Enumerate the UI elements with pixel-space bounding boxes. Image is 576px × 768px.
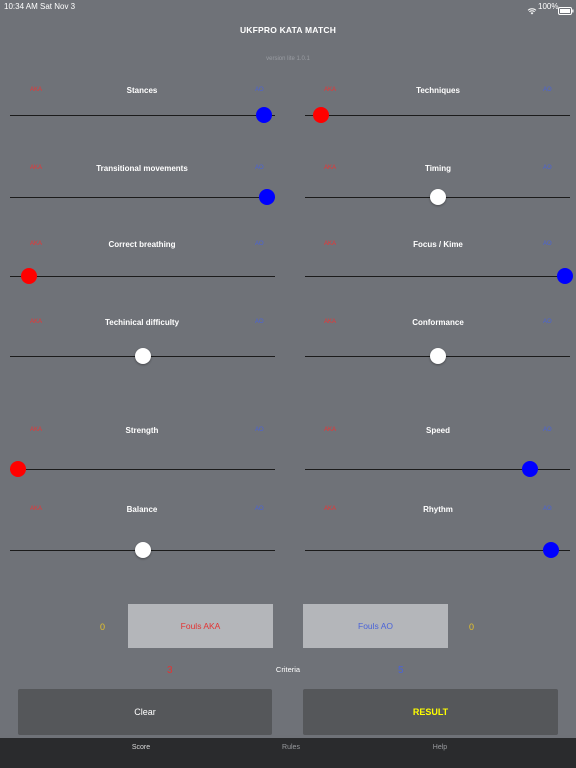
score-label: Criteria bbox=[275, 665, 301, 674]
slider-track-correct-breathing[interactable] bbox=[10, 276, 275, 277]
tab-bar: Score Rules Help bbox=[0, 738, 576, 768]
slider-thumb-rhythm[interactable] bbox=[543, 542, 560, 558]
status-time: 10:34 AM bbox=[4, 2, 38, 11]
battery-percent: 100% bbox=[538, 2, 559, 11]
slider-track-strength[interactable] bbox=[10, 469, 275, 470]
slider-track-focus-kime[interactable] bbox=[305, 276, 570, 277]
fouls-ao-button[interactable]: Fouls AO bbox=[303, 604, 448, 648]
criterion-label-strength: Strength bbox=[125, 426, 159, 435]
ao-label: AO bbox=[543, 87, 552, 93]
result-button[interactable]: RESULT bbox=[303, 689, 558, 735]
fouls-ao-count: 0 bbox=[469, 622, 475, 632]
slider-thumb-transitional-movements[interactable] bbox=[259, 189, 276, 205]
tab-score[interactable]: Score bbox=[111, 744, 171, 751]
status-date: Sat Nov 3 bbox=[40, 2, 76, 11]
criterion-label-transitional-movements: Transitional movements bbox=[96, 164, 188, 173]
clear-button[interactable]: Clear bbox=[18, 689, 272, 735]
aka-label: AKA bbox=[30, 165, 43, 171]
slider-track-stances[interactable] bbox=[10, 115, 275, 116]
fouls-aka-count: 0 bbox=[100, 622, 106, 632]
aka-label: AKA bbox=[30, 241, 43, 247]
aka-label: AKA bbox=[324, 87, 337, 93]
ao-label: AO bbox=[255, 241, 264, 247]
slider-thumb-techinical-difficulty[interactable] bbox=[134, 348, 151, 364]
aka-label: AKA bbox=[324, 241, 337, 247]
criterion-label-techniques: Techniques bbox=[416, 86, 460, 95]
slider-thumb-strength[interactable] bbox=[9, 461, 26, 477]
ao-label: AO bbox=[543, 427, 552, 433]
slider-thumb-balance[interactable] bbox=[134, 542, 151, 558]
ao-label: AO bbox=[255, 87, 264, 93]
fouls-aka-button[interactable]: Fouls AKA bbox=[128, 604, 273, 648]
battery-icon bbox=[558, 2, 574, 20]
criterion-label-conformance: Conformance bbox=[412, 318, 464, 327]
ao-label: AO bbox=[255, 427, 264, 433]
slider-track-techniques[interactable] bbox=[305, 115, 570, 116]
version-label: version lite 1.0.1 bbox=[266, 56, 310, 62]
score-ao: 5 bbox=[398, 665, 404, 676]
tab-rules[interactable]: Rules bbox=[261, 744, 321, 751]
ao-label: AO bbox=[543, 165, 552, 171]
slider-track-rhythm[interactable] bbox=[305, 550, 570, 551]
ao-label: AO bbox=[543, 319, 552, 325]
aka-label: AKA bbox=[30, 319, 43, 325]
criterion-label-rhythm: Rhythm bbox=[423, 505, 453, 514]
tab-help[interactable]: Help bbox=[410, 744, 470, 751]
criterion-label-timing: Timing bbox=[424, 164, 452, 173]
slider-thumb-speed[interactable] bbox=[522, 461, 539, 477]
aka-label: AKA bbox=[324, 506, 337, 512]
slider-thumb-stances[interactable] bbox=[256, 107, 273, 123]
aka-label: AKA bbox=[324, 427, 337, 433]
ao-label: AO bbox=[255, 165, 264, 171]
criterion-label-stances: Stances bbox=[126, 86, 158, 95]
aka-label: AKA bbox=[324, 165, 337, 171]
slider-thumb-focus-kime[interactable] bbox=[556, 268, 573, 284]
criterion-label-techinical-difficulty: Techinical difficulty bbox=[104, 318, 180, 327]
aka-label: AKA bbox=[324, 319, 337, 325]
ao-label: AO bbox=[543, 506, 552, 512]
ao-label: AO bbox=[255, 319, 264, 325]
slider-thumb-conformance[interactable] bbox=[429, 348, 446, 364]
ao-label: AO bbox=[255, 506, 264, 512]
aka-label: AKA bbox=[30, 427, 43, 433]
criterion-label-focus-kime: Focus / Kime bbox=[413, 240, 463, 249]
ao-label: AO bbox=[543, 241, 552, 247]
aka-label: AKA bbox=[30, 506, 43, 512]
criterion-label-balance: Balance bbox=[126, 505, 158, 514]
slider-thumb-techniques[interactable] bbox=[312, 107, 329, 123]
slider-thumb-correct-breathing[interactable] bbox=[20, 268, 37, 284]
criterion-label-correct-breathing: Correct breathing bbox=[108, 240, 176, 249]
page-title: UKFPRO KATA MATCH bbox=[239, 25, 337, 35]
criterion-label-speed: Speed bbox=[425, 426, 450, 435]
aka-label: AKA bbox=[30, 87, 43, 93]
slider-thumb-timing[interactable] bbox=[429, 189, 446, 205]
wifi-icon bbox=[527, 2, 537, 20]
slider-track-transitional-movements[interactable] bbox=[10, 197, 275, 198]
